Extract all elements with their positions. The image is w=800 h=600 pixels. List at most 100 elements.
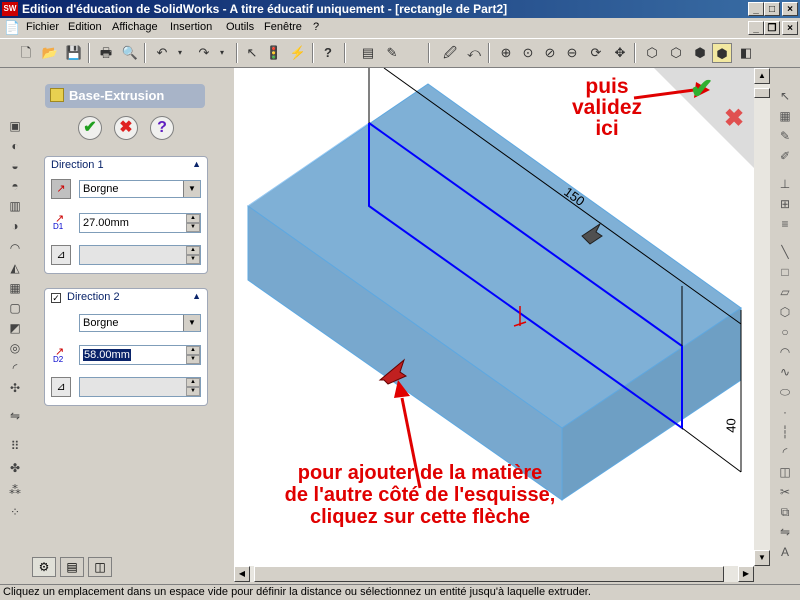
shell-icon[interactable]: ▢ [6, 300, 24, 316]
undo-icon[interactable]: ↶ [152, 43, 172, 63]
pan-icon[interactable]: ✥ [610, 43, 630, 63]
save-icon[interactable]: 💾 [64, 43, 84, 63]
select-icon[interactable]: ↖ [776, 88, 794, 104]
hole-icon[interactable]: ◎ [6, 340, 24, 356]
point-icon[interactable]: · [776, 404, 794, 420]
linear-pattern-icon[interactable]: ⠿ [6, 438, 24, 454]
vertical-scrollbar[interactable]: ▲ ▼ [754, 68, 770, 566]
filter-icon[interactable]: ⚡ [288, 43, 308, 63]
feature-manager-tab[interactable]: ⚙ [32, 557, 56, 577]
doc-restore-button[interactable]: ❐ [764, 21, 780, 35]
draft-angle-icon[interactable]: ⊿ [51, 377, 71, 397]
menu-fichier[interactable]: Fichier [26, 21, 59, 33]
doc-minimize-button[interactable]: _ [748, 21, 764, 35]
display-relations-icon[interactable]: ⊞ [776, 196, 794, 212]
add-relation-icon[interactable]: ⊥ [776, 176, 794, 192]
hidden-lines-removed-icon[interactable]: ⬢ [690, 43, 710, 63]
spin-up-icon[interactable]: ▲ [186, 214, 200, 223]
previous-view-icon[interactable]: ⤺ [464, 43, 484, 63]
shaded-icon[interactable]: ⬢ [712, 43, 732, 63]
cancel-button[interactable]: ✖ [114, 116, 138, 140]
ok-button[interactable]: ✔ [78, 116, 102, 140]
scan-equal-icon[interactable]: ≡ [776, 216, 794, 232]
line-icon[interactable]: ╲ [776, 244, 794, 260]
whats-this-help-icon[interactable]: ? [318, 43, 338, 63]
properties-icon[interactable]: ▤ [358, 43, 378, 63]
spline-icon[interactable]: ∿ [776, 364, 794, 380]
new-document-icon[interactable]: 🗋 [16, 43, 36, 63]
help-button[interactable]: ? [150, 116, 174, 140]
zoom-selection-icon[interactable]: ⊖ [562, 43, 582, 63]
circle-icon[interactable]: ○ [776, 324, 794, 340]
scroll-thumb[interactable] [254, 566, 724, 582]
centerline-icon[interactable]: ┆ [776, 424, 794, 440]
scroll-thumb[interactable] [754, 88, 770, 98]
ellipse-icon[interactable]: ⬭ [776, 384, 794, 400]
view-orientation-icon[interactable]: 🖉 [440, 43, 460, 63]
menu-edition[interactable]: Edition [68, 21, 102, 33]
sketch-pattern-icon[interactable]: ⁘ [6, 504, 24, 520]
zoom-in-out-icon[interactable]: ⊘ [540, 43, 560, 63]
fillet-icon[interactable]: ◠ [6, 240, 24, 256]
collapse-chevron-icon[interactable]: ▲ [192, 159, 201, 169]
undo-dropdown-icon[interactable]: ▾ [170, 43, 190, 63]
scroll-left-arrow-icon[interactable]: ◀ [234, 566, 250, 582]
smart-dimension-icon[interactable]: ✐ [776, 148, 794, 164]
dropdown-arrow-icon[interactable]: ▼ [183, 181, 200, 197]
extruded-boss-icon[interactable]: ▣ [6, 118, 24, 134]
lofted-boss-icon[interactable]: ◓ [6, 178, 24, 194]
spin-up-icon[interactable]: ▲ [186, 346, 200, 355]
close-window-button[interactable]: × [782, 2, 798, 16]
print-preview-icon[interactable]: 🔍 [120, 43, 140, 63]
direction2-end-condition-select[interactable]: Borgne ▼ [79, 314, 201, 332]
circular-pattern-icon[interactable]: ✤ [6, 460, 24, 476]
menu-insertion[interactable]: Insertion [170, 21, 212, 33]
zoom-to-fit-icon[interactable]: ⊕ [496, 43, 516, 63]
menu-outils[interactable]: Outils [226, 21, 254, 33]
convert-entities-icon[interactable]: ⧉ [776, 504, 794, 520]
doc-close-button[interactable]: × [782, 21, 798, 35]
menu-fenetre[interactable]: Fenêtre [264, 21, 302, 33]
property-manager-tab[interactable]: ▤ [60, 557, 84, 577]
shadow-icon[interactable]: ◧ [736, 43, 756, 63]
height-dimension-label[interactable]: 40 [724, 418, 739, 432]
dropdown-arrow-icon[interactable]: ▼ [183, 315, 200, 331]
spin-down-icon[interactable]: ▼ [186, 223, 200, 232]
rotate-view-icon[interactable]: ⟳ [586, 43, 606, 63]
redo-icon[interactable]: ↷ [194, 43, 214, 63]
direction1-depth-input[interactable]: 27.00mm ▲ ▼ [79, 213, 201, 233]
revolved-cut-icon[interactable]: ◑ [6, 218, 24, 234]
text-icon[interactable]: A [776, 544, 794, 560]
hidden-lines-visible-icon[interactable]: ⬡ [666, 43, 686, 63]
draft-angle-icon[interactable]: ⊿ [51, 245, 71, 265]
menu-help[interactable]: ? [313, 21, 319, 33]
collapse-chevron-icon[interactable]: ▲ [192, 291, 201, 301]
deform-icon[interactable]: ✣ [6, 380, 24, 396]
open-folder-icon[interactable]: 📂 [40, 43, 60, 63]
offset-icon[interactable]: ◫ [776, 464, 794, 480]
trim-icon[interactable]: ✂ [776, 484, 794, 500]
graphics-area[interactable]: 150 40 ✔ ✖ puis validez ici pour ajouter… [234, 68, 754, 566]
print-icon[interactable]: 🖶 [96, 43, 116, 63]
draft-icon[interactable]: ◩ [6, 320, 24, 336]
direction2-checkbox[interactable]: ✓ [51, 293, 61, 303]
minimize-window-button[interactable]: _ [748, 2, 764, 16]
dome-icon[interactable]: ◜ [6, 360, 24, 376]
arc-icon[interactable]: ◠ [776, 344, 794, 360]
zoom-area-icon[interactable]: ⊙ [518, 43, 538, 63]
rectangle-icon[interactable]: □ [776, 264, 794, 280]
sketch-toggle-icon[interactable]: ✎ [776, 128, 794, 144]
polygon-icon[interactable]: ⬡ [776, 304, 794, 320]
reverse-direction-icon[interactable]: ↗ [51, 179, 71, 199]
direction2-depth-input[interactable]: 58.00mm ▲ ▼ [79, 345, 201, 365]
scroll-up-arrow-icon[interactable]: ▲ [754, 68, 770, 84]
wireframe-icon[interactable]: ⬡ [642, 43, 662, 63]
curve-pattern-icon[interactable]: ⁂ [6, 482, 24, 498]
scroll-right-arrow-icon[interactable]: ▶ [738, 566, 754, 582]
select-cursor-icon[interactable]: ↖ [242, 43, 262, 63]
mirror-sketch-icon[interactable]: ⇋ [776, 524, 794, 540]
rebuild-icon[interactable]: 🚦 [264, 43, 284, 63]
confirm-ok-icon[interactable]: ✔ [690, 72, 713, 105]
sketch-icon[interactable]: ✎ [382, 43, 402, 63]
scroll-down-arrow-icon[interactable]: ▼ [754, 550, 770, 566]
